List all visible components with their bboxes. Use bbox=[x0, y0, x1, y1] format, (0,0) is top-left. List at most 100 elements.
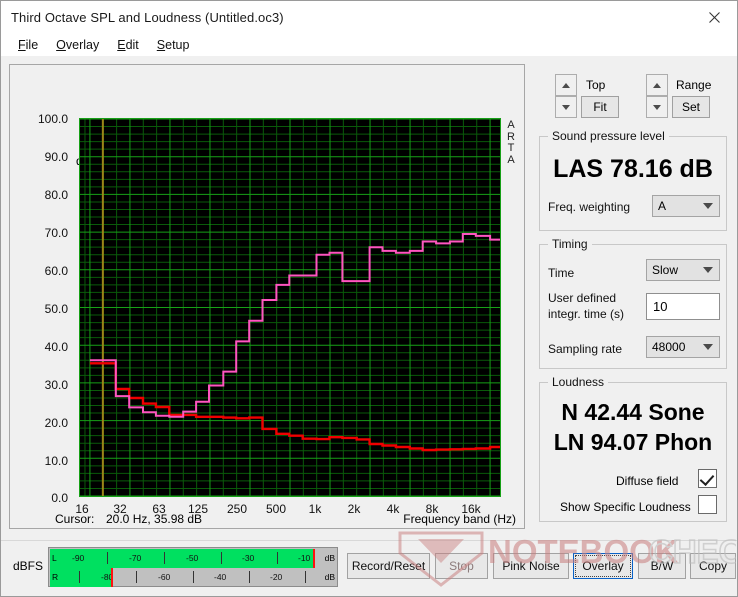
top-spinner-up[interactable] bbox=[555, 74, 577, 96]
meter-tick-label: -50 bbox=[186, 553, 199, 563]
meter-row-left: L -90 -70 -50 -30 -10 dB bbox=[50, 549, 338, 568]
meter-tick bbox=[249, 571, 250, 583]
bw-button[interactable]: B/W bbox=[638, 553, 686, 579]
cursor-label: Cursor: bbox=[55, 512, 95, 526]
menu-item-overlay[interactable]: Overlay bbox=[47, 36, 108, 54]
freq-weighting-select[interactable]: A bbox=[652, 195, 720, 217]
menu-edit-mnemonic: E bbox=[117, 38, 126, 52]
meter-tick-label: -60 bbox=[158, 572, 171, 582]
x-tick-label: 500 bbox=[265, 502, 287, 516]
arta-letter-a: A bbox=[507, 119, 515, 131]
graph-panel: dB Third octave SPL 100.0 90.0 80.0 70.0… bbox=[9, 64, 525, 529]
meter-scale-right: R -80 -60 -40 -20 dB bbox=[50, 568, 338, 587]
diffuse-field-checkbox[interactable] bbox=[698, 469, 717, 488]
range-spinner[interactable] bbox=[646, 74, 668, 118]
meter-row-right: R -80 -60 -40 -20 dB bbox=[50, 568, 338, 587]
arta-letter-a2: A bbox=[507, 153, 515, 166]
close-icon[interactable] bbox=[691, 1, 737, 33]
loudness-legend: Loudness bbox=[548, 375, 609, 389]
x-tick-label: 2k bbox=[347, 502, 361, 516]
sampling-rate-label: Sampling rate bbox=[548, 342, 623, 356]
meter-tick bbox=[277, 552, 278, 564]
meter-tick-label: -40 bbox=[214, 572, 227, 582]
close-glyph bbox=[708, 11, 720, 23]
range-set-button[interactable]: Set bbox=[672, 96, 710, 118]
spl-value: LAS 78.16 dB bbox=[553, 155, 713, 183]
y-tick-label: 50.0 bbox=[44, 302, 68, 316]
range-spinner-down[interactable] bbox=[646, 96, 668, 118]
chevron-down-icon bbox=[653, 104, 661, 110]
chevron-down-icon bbox=[703, 267, 713, 273]
integration-time-label-line1: User defined bbox=[548, 291, 617, 305]
freq-weighting-value: A bbox=[658, 199, 667, 213]
menu-bar: File Overlay Edit Setup bbox=[1, 34, 737, 56]
freq-weighting-label: Freq. weighting bbox=[548, 200, 631, 214]
menu-overlay-mnemonic: O bbox=[56, 38, 66, 52]
time-label: Time bbox=[548, 266, 575, 280]
copy-button[interactable]: Copy bbox=[690, 553, 736, 579]
x-tick-label: 250 bbox=[226, 502, 248, 516]
menu-item-file[interactable]: File bbox=[9, 36, 47, 54]
loudness-group: Loudness N 42.44 Sone LN 94.07 Phon Diff… bbox=[539, 375, 727, 522]
spl-legend: Sound pressure level bbox=[548, 129, 669, 143]
menu-setup-mnemonic: S bbox=[156, 38, 166, 52]
overlay-button[interactable]: Overlay bbox=[573, 553, 633, 579]
timing-group: Timing Time Slow User defined integr. ti… bbox=[539, 237, 727, 369]
meter-tick bbox=[136, 571, 137, 583]
sound-pressure-level-group: Sound pressure level LAS 78.16 dB Freq. … bbox=[539, 129, 727, 231]
time-select[interactable]: Slow bbox=[646, 259, 720, 281]
meter-tick-label: -20 bbox=[270, 572, 283, 582]
y-tick-label: 70.0 bbox=[44, 226, 68, 240]
chevron-up-icon bbox=[562, 82, 570, 88]
y-tick-label: 60.0 bbox=[44, 264, 68, 278]
series-line-pink bbox=[89, 233, 500, 418]
meter-tick bbox=[79, 571, 80, 583]
top-label: Top bbox=[586, 78, 606, 92]
sampling-rate-select[interactable]: 48000 bbox=[646, 336, 720, 358]
meter-unit-left: dB bbox=[324, 553, 335, 563]
range-label: Range bbox=[676, 78, 712, 92]
y-tick-label: 10.0 bbox=[44, 454, 68, 468]
series-line-red bbox=[89, 362, 500, 452]
window-title: Third Octave SPL and Loudness (Untitled.… bbox=[11, 10, 284, 25]
record-reset-button[interactable]: Record/Reset bbox=[347, 553, 430, 579]
spl-plot-area[interactable] bbox=[79, 118, 501, 497]
arta-letter-t: T bbox=[507, 142, 515, 154]
input-level-meter[interactable]: L -90 -70 -50 -30 -10 dB R -80 -60 -40 -… bbox=[48, 547, 338, 587]
menu-item-edit[interactable]: Edit bbox=[108, 36, 148, 54]
loudness-sone-value: N 42.44 Sone bbox=[561, 399, 705, 425]
menu-item-setup[interactable]: Setup bbox=[148, 36, 199, 54]
chevron-up-icon bbox=[653, 82, 661, 88]
arta-third-octave-window: Third Octave SPL and Loudness (Untitled.… bbox=[0, 0, 738, 597]
y-tick-label: 40.0 bbox=[44, 340, 68, 354]
meter-peak-indicator-left bbox=[312, 549, 315, 568]
meter-tick-label: -30 bbox=[242, 553, 255, 563]
menu-setup-rest: etup bbox=[165, 38, 190, 52]
integration-time-input[interactable]: 10 bbox=[646, 293, 720, 320]
show-specific-loudness-label: Show Specific Loudness bbox=[560, 500, 691, 514]
pink-noise-button[interactable]: Pink Noise bbox=[493, 553, 569, 579]
meter-tick bbox=[193, 571, 194, 583]
menu-overlay-rest: verlay bbox=[65, 38, 100, 52]
x-axis-title: Frequency band (Hz) bbox=[403, 512, 516, 526]
chevron-down-icon bbox=[562, 104, 570, 110]
top-spinner[interactable] bbox=[555, 74, 577, 118]
right-control-column: Top Fit Range Set Sound pressure level L… bbox=[533, 64, 729, 529]
meter-tick bbox=[305, 571, 306, 583]
show-specific-loudness-checkbox[interactable] bbox=[698, 495, 717, 514]
loudness-phon-value: LN 94.07 Phon bbox=[553, 429, 713, 455]
range-spinner-up[interactable] bbox=[646, 74, 668, 96]
meter-peak-indicator-right bbox=[111, 568, 114, 587]
meter-channel-right: R bbox=[52, 572, 59, 582]
y-tick-label: 100.0 bbox=[37, 112, 68, 126]
meter-scale-left: L -90 -70 -50 -30 -10 dB bbox=[50, 549, 338, 568]
meter-tick bbox=[221, 552, 222, 564]
meter-tick-label: -10 bbox=[298, 553, 311, 563]
top-fit-button[interactable]: Fit bbox=[581, 96, 619, 118]
plot-wrapper: dB Third octave SPL 100.0 90.0 80.0 70.0… bbox=[10, 65, 524, 528]
top-spinner-down[interactable] bbox=[555, 96, 577, 118]
integration-time-label-line2: integr. time (s) bbox=[548, 307, 625, 321]
stop-button[interactable]: Stop bbox=[435, 553, 488, 579]
y-tick-label: 30.0 bbox=[44, 378, 68, 392]
menu-file-rest: ile bbox=[25, 38, 39, 52]
